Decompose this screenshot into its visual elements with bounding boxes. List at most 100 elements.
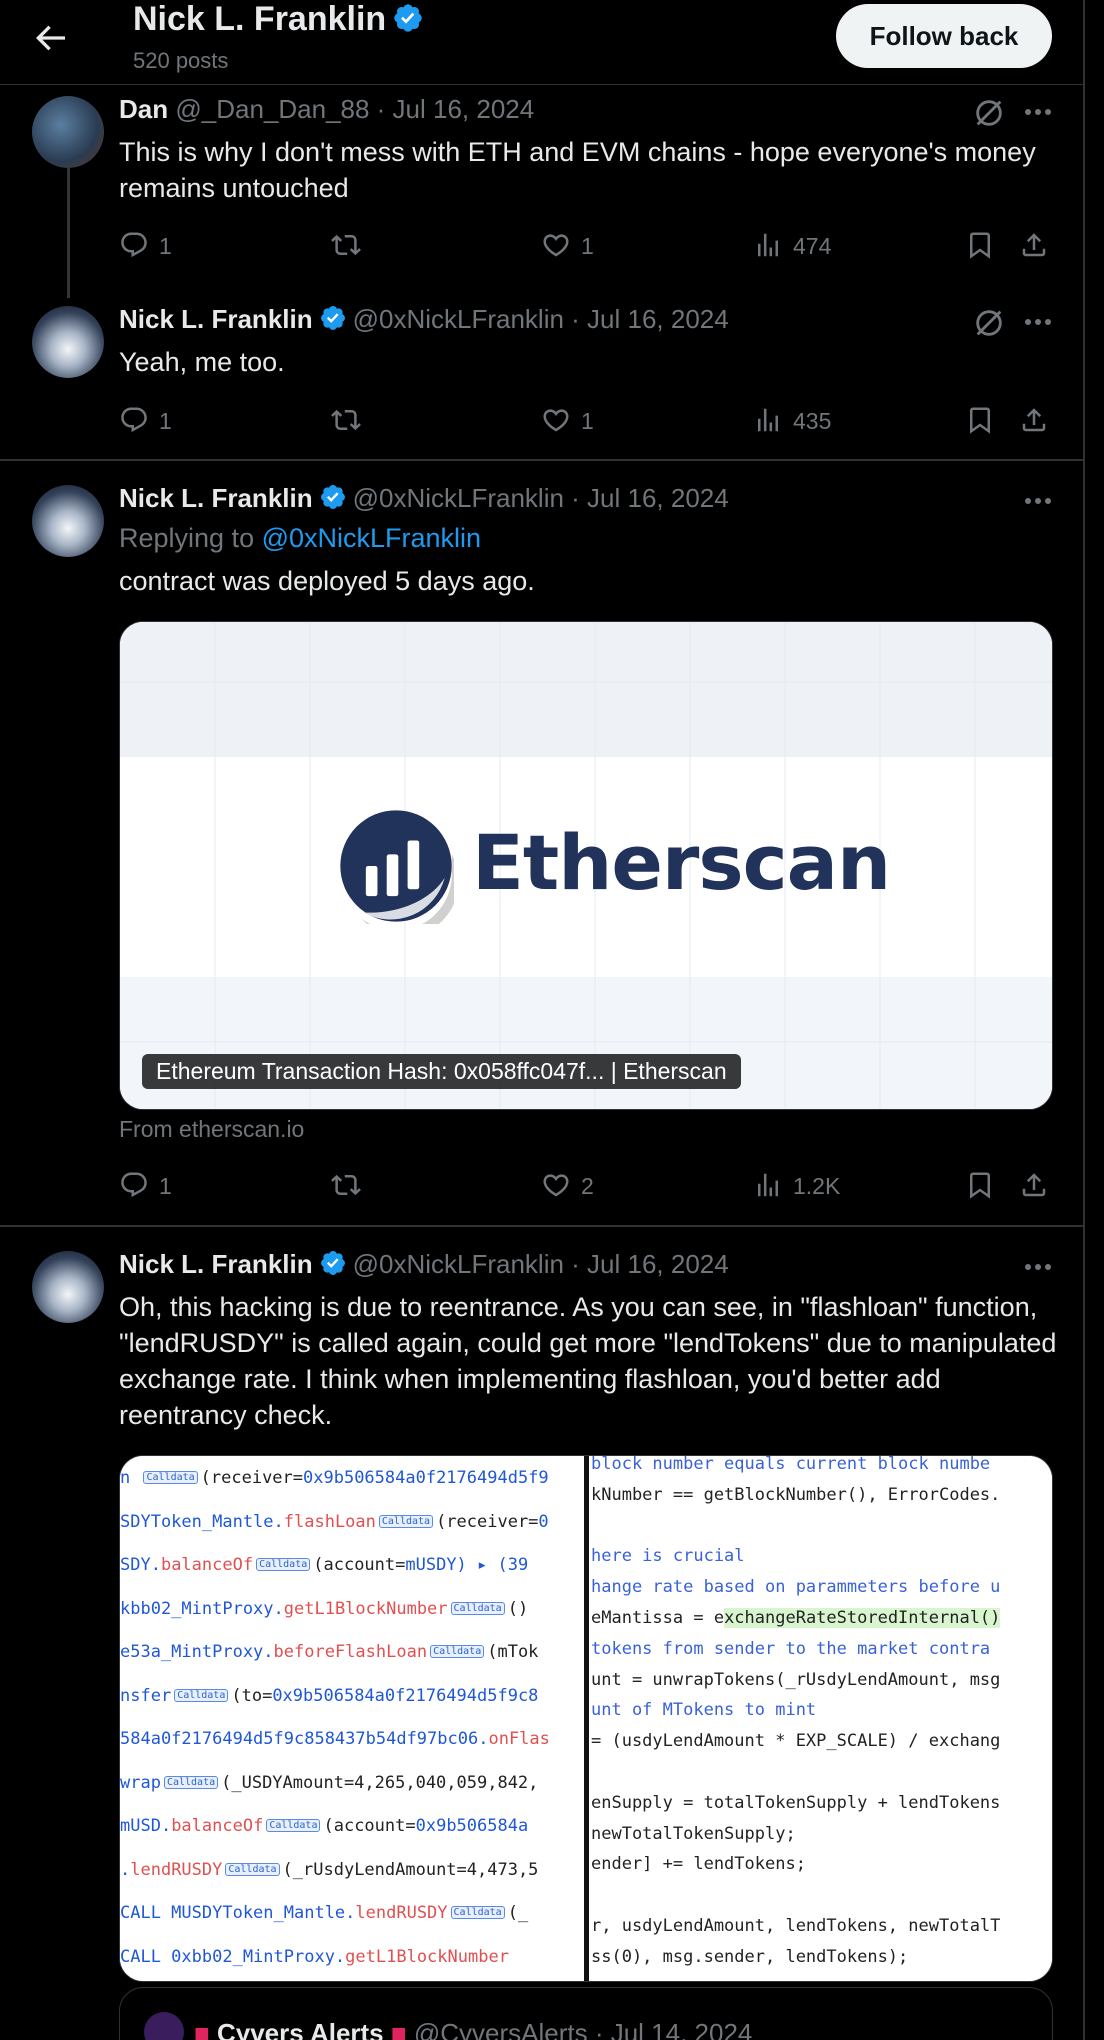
code-text: eMantissa = e [591,1608,725,1628]
siren-icon: ■ [390,2018,407,2040]
trace-tag: Calldata [225,1862,280,1876]
share-icon[interactable] [1019,403,1059,439]
code-line: ss(0), msg.sender, lendTokens); [591,1946,909,1967]
trace-p1: kbb02_MintProxy. [120,1598,284,1619]
follow-back-button[interactable]: Follow back [836,4,1052,68]
trace-p3: 0x9b506584a0f2176494d5f9 [303,1468,549,1488]
more-options-icon[interactable] [1020,308,1056,336]
author-name[interactable]: Dan [119,94,168,124]
post-actions: 1 1 435 [119,403,1059,439]
bookmark-icon[interactable] [965,1168,1005,1204]
post-header: Nick L. Franklin @0xNickLFranklin · Jul 1… [119,483,729,518]
trace-p1: mUSD. [120,1816,172,1836]
repost-button[interactable] [331,1168,371,1204]
share-icon[interactable] [1019,228,1059,264]
trace-line: nsfer Calldata (to=0x9b506584a0f2176494d5f… [120,1686,538,1706]
trace-tag: Calldata [450,1906,505,1919]
trace-tag: Calldata [450,1601,505,1615]
trace-p1: SDY. [120,1555,161,1575]
verified-badge-icon [319,483,347,518]
avatar-nick[interactable] [32,485,104,557]
like-count: 1 [581,408,594,434]
avatar-dan[interactable] [32,96,104,168]
replying-to-label: Replying to [119,523,262,553]
author-name[interactable]: Nick L. Franklin [119,304,313,334]
source-panel: block number equals current block numbe k… [589,1456,1052,1981]
trace-p1b: lendRUSDY [130,1859,223,1880]
bookmark-icon[interactable] [965,403,1005,439]
trace-tag: Calldata [174,1688,229,1702]
view-count: 474 [793,233,832,259]
trace-p2: (to= [231,1685,273,1706]
link-card[interactable]: Etherscan Ethereum Transaction Hash: 0x0… [119,621,1053,1110]
trace-p1b: flashLoan [283,1511,376,1532]
post-header: Nick L. Franklin @0xNickLFranklin · Jul 1… [119,304,729,339]
trace-p3: 0x9b506584a0f2176494d5f9c8 [272,1685,539,1706]
like-button[interactable]: 1 [541,403,594,439]
trace-p2: (mTok [487,1642,539,1662]
more-options-icon[interactable] [1020,487,1056,515]
code-line: unt = unwrapTokens(_rUsdyLendAmount, msg [591,1669,1001,1690]
trace-p2: (_USDYAmount=4,265,040,059,842, [221,1772,539,1793]
author-handle-date[interactable]: @0xNickLFranklin · Jul 16, 2024 [353,483,729,513]
code-comment-line: here is crucial [591,1546,745,1567]
trace-p1: wrap [120,1772,161,1793]
quoted-avatar[interactable] [144,2012,184,2040]
more-options-icon[interactable] [1020,1253,1056,1281]
share-icon[interactable] [1019,1168,1059,1204]
bookmark-icon[interactable] [965,228,1005,264]
views-button[interactable]: 435 [753,403,831,439]
card-source[interactable]: From etherscan.io [119,1116,304,1143]
like-count: 2 [581,1173,594,1199]
avatar-nick[interactable] [32,306,104,378]
reply-button[interactable]: 1 [119,1168,172,1204]
more-options-icon[interactable] [1020,98,1056,126]
card-title: Ethereum Transaction Hash: 0x058ffc047f.… [142,1054,741,1089]
author-name[interactable]: Nick L. Franklin [119,483,313,513]
like-button[interactable]: 1 [541,228,594,264]
post-actions: 1 2 1.2K [119,1168,1059,1204]
reply-button[interactable]: 1 [119,228,172,264]
trace-p1b: getL1BlockNumber [283,1598,448,1619]
repost-button[interactable] [331,228,371,264]
grok-icon[interactable] [972,306,1006,340]
quoted-post[interactable]: ■ Cyvers Alerts ■ @CyversAlerts · Jul 14… [119,1987,1053,2040]
reply-button[interactable]: 1 [119,403,172,439]
grok-icon[interactable] [972,96,1006,130]
trace-p3: 0x9b506584a [415,1816,529,1836]
trace-line: CALL MUSDYToken_Mantle.lendRUSDY Calldata… [120,1903,528,1923]
code-comment-line: unt of MTokens to mint [591,1700,817,1721]
like-button[interactable]: 2 [541,1168,594,1204]
quoted-author-handle-date[interactable]: @CyversAlerts · Jul 14, 2024 [414,2018,753,2040]
code-comment-line: block number equals current block numbe [591,1455,991,1474]
trace-p1: e53a_MintProxy. [120,1642,274,1662]
quoted-author-name[interactable]: Cyvers Alerts [217,2018,384,2040]
etherscan-wordmark: Etherscan [472,818,891,907]
replying-to-handle-link[interactable]: @0xNickLFranklin [262,523,481,553]
views-button[interactable]: 474 [753,228,831,264]
trace-p1: nsfer [120,1685,172,1706]
trace-p3: mUSDY) ▸ (39 [405,1555,529,1575]
quoted-post-header: ■ Cyvers Alerts ■ @CyversAlerts · Jul 14… [144,2012,752,2040]
siren-icon: ■ [194,2018,210,2040]
trace-p1b: beforeFlashLoan [273,1642,428,1662]
author-handle-date[interactable]: @0xNickLFranklin · Jul 16, 2024 [353,304,729,334]
avatar-nick[interactable] [32,1251,104,1323]
trace-line: CALL 0xbb02_MintProxy.getL1BlockNumber [120,1947,509,1967]
trace-p1: CALL MUSDYToken_Mantle. [120,1903,356,1923]
post-divider [0,459,1083,461]
repost-button[interactable] [331,403,371,439]
trace-p2: () [507,1598,529,1619]
author-handle-date[interactable]: @0xNickLFranklin · Jul 16, 2024 [353,1249,729,1279]
views-button[interactable]: 1.2K [753,1168,840,1204]
trace-p2: (receiver= [436,1511,539,1532]
code-screenshot-image[interactable]: n Calldata (receiver=0x9b506584a0f2176494… [119,1455,1053,1982]
author-handle-date[interactable]: @_Dan_Dan_88 · Jul 16, 2024 [175,94,534,124]
trace-line: n Calldata (receiver=0x9b506584a0f2176494… [120,1468,549,1488]
trace-p2: (receiver= [200,1468,304,1488]
post-text: contract was deployed 5 days ago. [119,566,535,596]
timeline-column: Nick L. Franklin 520 posts Follow back D… [0,0,1085,2040]
author-name[interactable]: Nick L. Franklin [119,1249,313,1279]
back-arrow-icon[interactable] [30,18,70,58]
code-line: ender] += lendTokens; [591,1854,806,1875]
